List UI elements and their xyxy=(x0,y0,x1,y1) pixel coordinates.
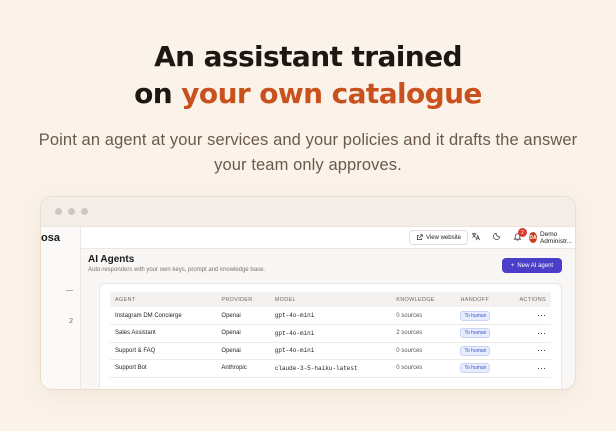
hero-subtitle-line1: Point an agent at your services and your… xyxy=(38,131,578,149)
topbar: View website 2 DA Demo Administr... xyxy=(81,227,575,249)
user-name: Demo Administr... xyxy=(539,230,573,245)
table-row[interactable]: Sales Assistant Openai gpt-4o-mini 2 sou… xyxy=(110,324,551,343)
agents-table: AGENT PROVIDER MODEL KNOWLEDGE HANDOFF A… xyxy=(110,292,551,378)
agent-actions-cell: ⋯ xyxy=(514,342,551,360)
hero: An assistant trained on your own catalog… xyxy=(0,38,616,178)
view-website-button[interactable]: View website xyxy=(409,230,468,245)
handoff-badge: To human xyxy=(460,328,491,339)
sidebar-item-count[interactable]: 2 xyxy=(69,318,73,325)
agent-handoff-cell: To human xyxy=(455,342,515,360)
app-shell: osa — 2 View website 2 DA Demo Administr… xyxy=(41,227,575,389)
sidebar: osa — 2 xyxy=(41,227,81,389)
sidebar-item[interactable]: — xyxy=(66,287,73,294)
table-header-row: AGENT PROVIDER MODEL KNOWLEDGE HANDOFF A… xyxy=(110,292,551,307)
agent-actions-cell: ⋯ xyxy=(514,324,551,343)
column-header-handoff: HANDOFF xyxy=(460,296,490,303)
more-actions-icon[interactable]: ⋯ xyxy=(537,345,546,355)
column-header-agent: AGENT xyxy=(115,296,136,303)
window-close-dot[interactable] xyxy=(55,208,62,215)
column-header-actions: ACTIONS xyxy=(519,296,546,303)
agent-provider: Openai xyxy=(216,307,270,325)
window-titlebar xyxy=(41,197,575,227)
hero-title-line2-prefix: on xyxy=(134,77,182,110)
main-content: View website 2 DA Demo Administr... AI A… xyxy=(81,227,575,389)
moon-icon[interactable] xyxy=(493,231,502,240)
agent-name[interactable]: Support & FAQ xyxy=(110,342,217,360)
new-ai-agent-button[interactable]: + New AI agent xyxy=(502,258,562,273)
hero-subtitle-line2: your team only approves. xyxy=(214,156,402,174)
window-maximize-dot[interactable] xyxy=(81,208,88,215)
view-website-label: View website xyxy=(426,234,461,241)
agent-knowledge: 2 sources xyxy=(391,324,456,343)
agent-knowledge: 0 sources xyxy=(391,359,456,378)
window-minimize-dot[interactable] xyxy=(68,208,75,215)
hero-subtitle: Point an agent at your services and your… xyxy=(0,128,616,178)
page-subtitle: Auto-responders with your own keys, prom… xyxy=(88,267,266,273)
brand-logo[interactable]: osa xyxy=(41,232,60,244)
app-window: osa — 2 View website 2 DA Demo Administr… xyxy=(40,196,576,390)
agent-handoff-cell: To human xyxy=(455,359,515,378)
handoff-badge: To human xyxy=(460,310,491,321)
column-header-knowledge: KNOWLEDGE xyxy=(396,296,435,303)
agents-table-card: AGENT PROVIDER MODEL KNOWLEDGE HANDOFF A… xyxy=(99,283,562,389)
agent-provider: Anthropic xyxy=(216,359,270,378)
external-link-icon xyxy=(417,234,423,240)
agent-knowledge: 0 sources xyxy=(391,342,456,360)
agent-model: claude-3-5-haiku-latest xyxy=(269,359,392,378)
agent-provider: Openai xyxy=(216,324,270,343)
more-actions-icon[interactable]: ⋯ xyxy=(537,328,546,338)
agent-name[interactable]: Support Bot xyxy=(110,359,217,378)
table-row[interactable]: Support Bot Anthropic claude-3-5-haiku-l… xyxy=(110,359,551,378)
hero-title: An assistant trained on your own catalog… xyxy=(0,38,616,112)
agent-model: gpt-4o-mini xyxy=(269,307,392,325)
user-menu[interactable]: DA Demo Administr... xyxy=(529,230,575,245)
agent-handoff-cell: To human xyxy=(455,324,515,343)
notification-badge: 2 xyxy=(518,228,527,237)
agent-name[interactable]: Sales Assistant xyxy=(110,324,217,343)
agent-handoff-cell: To human xyxy=(455,307,515,325)
agent-actions-cell: ⋯ xyxy=(514,307,551,325)
hero-title-line1: An assistant trained xyxy=(154,40,462,73)
new-ai-agent-label: New AI agent xyxy=(517,262,554,269)
agent-name[interactable]: Instagram DM Concierge xyxy=(110,307,217,325)
table-row[interactable]: Support & FAQ Openai gpt-4o-mini 0 sourc… xyxy=(110,342,551,360)
column-header-provider: PROVIDER xyxy=(221,296,253,303)
agent-knowledge: 0 sources xyxy=(391,307,456,325)
table-row[interactable]: Instagram DM Concierge Openai gpt-4o-min… xyxy=(110,307,551,325)
handoff-badge: To human xyxy=(460,345,491,356)
plus-icon: + xyxy=(510,262,515,269)
avatar: DA xyxy=(529,232,537,243)
more-actions-icon[interactable]: ⋯ xyxy=(537,310,546,320)
agent-actions-cell: ⋯ xyxy=(514,359,551,378)
hero-title-accent: your own catalogue xyxy=(181,77,482,110)
page-title: AI Agents xyxy=(88,254,135,265)
agent-model: gpt-4o-mini xyxy=(269,342,392,360)
more-actions-icon[interactable]: ⋯ xyxy=(537,363,546,373)
translate-icon[interactable] xyxy=(471,232,480,241)
agent-model: gpt-4o-mini xyxy=(269,324,392,343)
handoff-badge: To human xyxy=(460,363,491,374)
column-header-model: MODEL xyxy=(274,296,296,303)
agent-provider: Openai xyxy=(216,342,270,360)
